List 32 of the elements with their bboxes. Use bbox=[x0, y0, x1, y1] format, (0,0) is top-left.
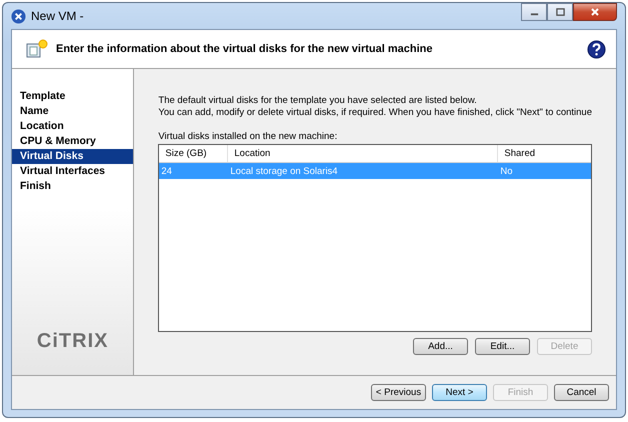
column-header[interactable]: Location bbox=[228, 145, 498, 162]
column-header[interactable]: Shared bbox=[498, 145, 591, 162]
step-item[interactable]: Finish bbox=[12, 179, 134, 194]
nav-button[interactable]: Cancel bbox=[554, 384, 609, 401]
step-item[interactable]: CPU & Memory bbox=[12, 134, 134, 149]
table-cell-text: Local storage on Solaris4 bbox=[229, 166, 339, 176]
table-cell-text: No bbox=[499, 166, 514, 176]
document-star-icon bbox=[26, 39, 48, 59]
maximize-icon bbox=[556, 8, 564, 16]
logo: CiTRIX bbox=[36, 330, 108, 353]
window-title: New VM - bbox=[31, 9, 84, 23]
intro-text: You can add, modify or delete virtual disks, if required. When you have finished, click "Next" to continue bbox=[158, 107, 592, 119]
nav-button[interactable]: < Previous bbox=[371, 384, 426, 401]
intro-text: The default virtual disks for the template you have selected are listed below. bbox=[158, 95, 478, 107]
table-label: Virtual disks installed on the new machine: bbox=[158, 131, 338, 142]
step-item[interactable]: Name bbox=[12, 104, 134, 119]
column-header[interactable]: Size (GB) bbox=[159, 145, 228, 162]
maximize-button[interactable] bbox=[547, 3, 573, 21]
table-cell-text: 24 bbox=[160, 166, 173, 176]
close-icon bbox=[590, 7, 600, 17]
step-item[interactable]: Location bbox=[12, 119, 134, 134]
disk-button[interactable]: Edit... bbox=[475, 338, 530, 355]
nav-button[interactable]: Next > bbox=[432, 384, 487, 401]
help-icon[interactable] bbox=[587, 40, 606, 58]
page-heading: Enter the information about the virtual disks for the new virtual machine bbox=[56, 43, 433, 55]
disk-button[interactable]: Add... bbox=[413, 338, 468, 355]
minimize-button[interactable] bbox=[521, 3, 547, 21]
step-item[interactable]: Template bbox=[12, 89, 134, 104]
close-button[interactable] bbox=[573, 3, 617, 21]
step-item[interactable]: Virtual Interfaces bbox=[12, 164, 134, 179]
step-item[interactable]: Virtual Disks bbox=[12, 149, 134, 164]
app-icon bbox=[11, 8, 26, 24]
